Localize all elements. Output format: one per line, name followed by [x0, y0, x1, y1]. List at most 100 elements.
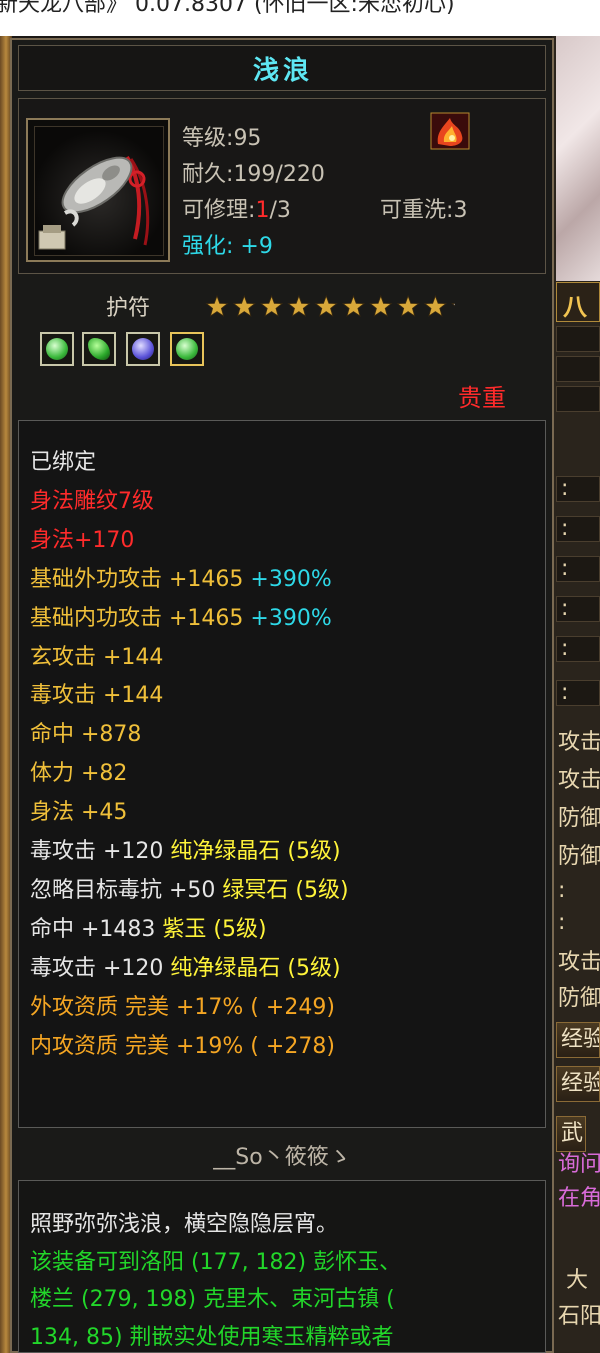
side-panel-row: [556, 326, 600, 352]
attribute-line: 已绑定: [30, 444, 96, 476]
star-filled-icon: [423, 294, 448, 317]
side-stat-colon: :: [558, 910, 566, 935]
attribute-line: 身法+170: [30, 522, 134, 554]
attribute-line: 身法雕纹7级: [30, 483, 154, 515]
attribute-text: 玄攻击 +144: [30, 644, 164, 670]
attribute-text: 忽略目标毒抗 +50: [30, 877, 223, 903]
side-info-text: 大: [566, 1268, 589, 1293]
attribute-line: 基础内功攻击 +1465 +390%: [30, 600, 332, 632]
purple-jade-icon: [132, 338, 154, 360]
side-panel-row: :: [556, 636, 600, 662]
attribute-text: 身法 +45: [30, 800, 128, 826]
attribute-text: 毒攻击 +144: [30, 683, 164, 709]
durability-stat: 耐久:199/220: [182, 162, 325, 187]
side-stat-label: 防御: [558, 844, 600, 869]
side-panel-tab[interactable]: 八: [556, 282, 600, 322]
attribute-text: 基础外功攻击 +1465: [30, 566, 251, 592]
attribute-text: 命中 +1483: [30, 916, 163, 942]
description-line: 楼兰 (279, 198) 克里木、束河古镇 (: [30, 1287, 395, 1312]
gem-slot[interactable]: [40, 332, 74, 366]
star-filled-icon: [259, 294, 284, 317]
attribute-text: +390%: [250, 605, 332, 631]
attribute-line: 身法 +45: [30, 794, 127, 826]
attribute-line: 毒攻击 +144: [30, 677, 163, 709]
attribute-line: 基础外功攻击 +1465 +390%: [30, 561, 332, 593]
description-line: 该装备可到洛阳 (177, 182) 彭怀玉、: [30, 1249, 402, 1275]
gem-slot[interactable]: [126, 332, 160, 366]
window-title-bar: 新天龙八部》 0.07.8307 (怀旧一区:米恋初心): [0, 0, 600, 36]
background-artwork: [556, 36, 600, 281]
star-filled-icon: [369, 294, 393, 317]
side-panel-row: [556, 356, 600, 382]
attribute-line: 毒攻击 +120 纯净绿晶石 (5级): [30, 833, 341, 865]
star-filled-icon: [314, 294, 338, 317]
attribute-line: 命中 +1483 紫玉 (5级): [30, 911, 267, 943]
side-panel-row: :: [556, 596, 600, 622]
repair-stat: 可修理:1/3: [182, 198, 291, 223]
crafter-signature: __So丶筱筱ゝ: [213, 1145, 351, 1170]
side-panel-row: :: [556, 680, 600, 706]
side-panel-row: :: [556, 476, 600, 502]
rarity-label: 贵重: [458, 384, 506, 412]
item-type: 护符: [106, 296, 151, 321]
star-filled-icon: [232, 294, 256, 317]
description-line: 照野弥弥浅浪，横空隐隐层宵。: [30, 1212, 339, 1237]
attribute-text: 毒攻击 +120: [30, 955, 171, 981]
side-panel-row: :: [556, 516, 600, 542]
star-filled-icon: [396, 294, 420, 317]
attribute-line: 内攻资质 完美 +19% ( +278): [30, 1028, 335, 1060]
attribute-line: 毒攻击 +120 纯净绿晶石 (5级): [30, 950, 341, 982]
attribute-line: 外攻资质 完美 +17% ( +249): [30, 989, 335, 1021]
side-info-text: 石阳: [558, 1304, 600, 1329]
attribute-text: 紫玉 (5级): [162, 916, 267, 942]
attribute-text: 命中 +878: [30, 722, 142, 748]
attribute-text: 内攻资质 完美 +19% ( +278): [30, 1033, 335, 1059]
exp-button[interactable]: 经验: [556, 1022, 600, 1058]
attribute-text: 身法雕纹7级: [30, 488, 154, 514]
side-stat-colon: :: [558, 878, 566, 903]
side-info-text: 在角: [558, 1186, 600, 1211]
star-filled-icon: [205, 294, 229, 317]
attribute-line: 命中 +878: [30, 716, 141, 748]
fire-phoenix-icon: [430, 112, 470, 150]
attribute-text: 体力 +82: [30, 761, 128, 787]
exp-button[interactable]: 经验: [556, 1066, 600, 1102]
side-stat-label: 防御: [558, 806, 600, 831]
attribute-text: 纯净绿晶石 (5级): [170, 955, 341, 981]
star-filled-icon: [287, 294, 311, 317]
green-gem-icon: [88, 338, 110, 360]
item-title-bar: 浅浪: [18, 45, 546, 91]
level-stat: 等级:95: [182, 126, 262, 151]
attribute-line: 忽略目标毒抗 +50 绿冥石 (5级): [30, 872, 349, 904]
gem-slot[interactable]: [82, 332, 116, 366]
gem-slot[interactable]: [170, 332, 204, 366]
star-rating: [205, 294, 455, 317]
item-icon[interactable]: [26, 118, 170, 262]
side-info-text: 询问: [558, 1152, 600, 1177]
enhance-stat: 强化: +9: [182, 234, 273, 259]
attribute-text: 绿冥石 (5级): [222, 877, 349, 903]
star-empty-icon: [451, 303, 455, 307]
star-filled-icon: [341, 294, 366, 317]
attribute-text: 基础内功攻击 +1465: [30, 605, 251, 631]
side-panel-row: :: [556, 556, 600, 582]
green-crystal-icon: [176, 338, 198, 360]
attribute-text: 毒攻击 +120: [30, 839, 171, 864]
side-panel-row: [556, 386, 600, 412]
side-stat-label: 防御: [558, 986, 600, 1011]
amulet-icon: [34, 126, 164, 256]
side-stat-label: 攻击: [558, 730, 600, 755]
side-stat-label: 攻击: [558, 768, 600, 793]
attribute-text: 身法+170: [30, 527, 135, 553]
rewash-stat: 可重洗:3: [380, 198, 468, 223]
attribute-line: 体力 +82: [30, 755, 127, 787]
description-line: 134, 85) 荆嵌实处使用寒玉精粹或者: [30, 1324, 394, 1350]
green-crystal-icon: [46, 338, 68, 360]
side-stat-label: 攻击: [558, 950, 600, 975]
attribute-text: 已绑定: [30, 450, 97, 475]
attribute-text: 纯净绿晶石 (5级): [170, 839, 341, 864]
window-title: 新天龙八部》 0.07.8307 (怀旧一区:米恋初心): [0, 0, 455, 17]
attribute-text: 外攻资质 完美 +17% ( +249): [30, 994, 335, 1020]
attribute-text: +390%: [250, 566, 332, 592]
attribute-line: 玄攻击 +144: [30, 639, 163, 671]
